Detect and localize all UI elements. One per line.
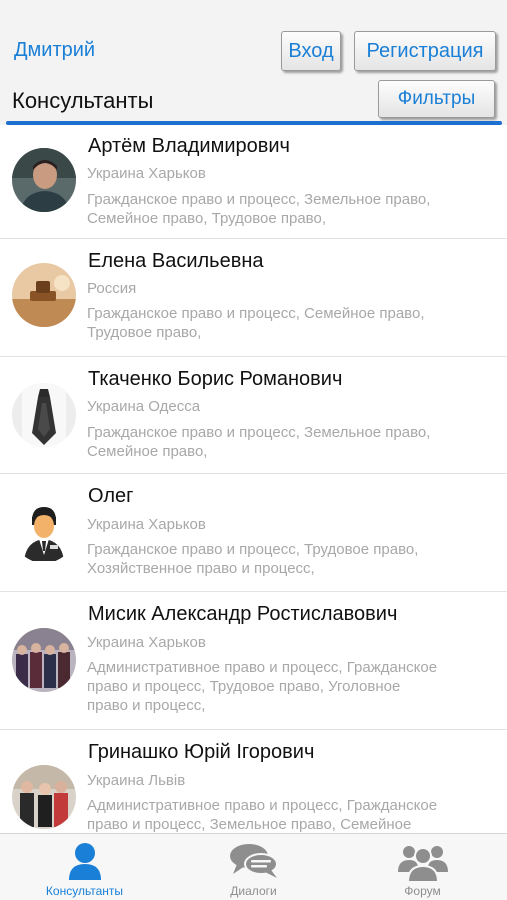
login-button[interactable]: Вход	[281, 31, 341, 71]
register-button[interactable]: Регистрация	[354, 31, 496, 71]
avatar	[12, 628, 76, 692]
list-item[interactable]: Елена Васильевна Россия Гражданское прав…	[0, 239, 507, 357]
person-icon	[67, 842, 103, 885]
tab-label: Форум	[404, 884, 441, 898]
consultant-location: Украина Харьков	[87, 516, 206, 533]
list-item[interactable]: Мисик Александр Ростиславович Украина Ха…	[0, 592, 507, 730]
list-item[interactable]: Артём Владимирович Украина Харьков Гражд…	[0, 125, 507, 239]
consultant-name: Олег	[88, 485, 134, 507]
top-bar: Дмитрий Вход Регистрация Консультанты Фи…	[0, 0, 507, 125]
tab-forum[interactable]: Форум	[338, 834, 507, 900]
filters-button[interactable]: Фильтры	[378, 80, 495, 118]
consultant-name: Ткаченко Борис Романович	[88, 368, 343, 390]
avatar	[12, 263, 76, 327]
tab-bar: Консультанты Диалоги Форум	[0, 833, 507, 900]
consultant-location: Украина Харьков	[87, 165, 206, 182]
spec-line: право и процесс, Трудовое право, Уголовн…	[87, 678, 401, 695]
spec-line: Гражданское право и процесс, Трудовое пр…	[87, 541, 419, 558]
spec-line: право и процесс, Земельное право, Семейн…	[87, 816, 412, 833]
consultant-specializations: Гражданское право и процесс, Трудовое пр…	[87, 540, 497, 578]
spec-line: Гражданское право и процесс, Земельное п…	[87, 191, 431, 208]
list-item[interactable]: Гринашко Юрій Ігорович Украина Львів Адм…	[0, 730, 507, 833]
consultant-location: Украина Львів	[87, 772, 186, 789]
chat-bubbles-icon	[229, 842, 279, 885]
spec-line: Трудовое право,	[87, 324, 202, 341]
tab-dialogs[interactable]: Диалоги	[169, 834, 338, 900]
consultant-location: Украина Харьков	[87, 634, 206, 651]
avatar	[12, 765, 76, 829]
tab-label: Консультанты	[45, 884, 124, 898]
group-icon	[397, 842, 448, 887]
avatar	[12, 148, 76, 212]
consultant-list[interactable]: Артём Владимирович Украина Харьков Гражд…	[0, 125, 507, 833]
list-item[interactable]: Ткаченко Борис Романович Украина Одесса …	[0, 357, 507, 474]
spec-line: Административное право и процесс, Гражда…	[87, 797, 438, 814]
avatar	[12, 499, 76, 563]
consultant-name: Артём Владимирович	[88, 135, 290, 157]
spec-line: Семейное право,	[87, 443, 208, 460]
spec-line: Административное право и процесс, Гражда…	[87, 659, 438, 676]
consultant-specializations: Гражданское право и процесс, Земельное п…	[87, 423, 497, 461]
consultant-name: Мисик Александр Ростиславович	[88, 603, 398, 625]
user-name-link[interactable]: Дмитрий	[14, 39, 95, 62]
spec-line: Гражданское право и процесс, Земельное п…	[87, 424, 431, 441]
consultant-location: Украина Одесса	[87, 398, 201, 415]
consultant-name: Гринашко Юрій Ігорович	[88, 741, 315, 763]
list-item[interactable]: Олег Украина Харьков Гражданское право и…	[0, 474, 507, 592]
consultant-specializations: Гражданское право и процесс, Земельное п…	[87, 190, 497, 228]
spec-line: Семейное право, Трудовое право,	[87, 210, 326, 227]
consultant-specializations: Административное право и процесс, Гражда…	[87, 658, 497, 715]
page-title: Консультанты	[12, 88, 154, 113]
consultant-name: Елена Васильевна	[88, 250, 264, 272]
tab-consultants[interactable]: Консультанты	[0, 834, 169, 900]
consultant-specializations: Гражданское право и процесс, Семейное пр…	[87, 304, 497, 342]
spec-line: право и процесс,	[87, 697, 206, 714]
consultant-specializations: Административное право и процесс, Гражда…	[87, 796, 497, 833]
consultant-location: Россия	[87, 280, 137, 297]
spec-line: Гражданское право и процесс, Семейное пр…	[87, 305, 425, 322]
spec-line: Хозяйственное право и процесс,	[87, 560, 315, 577]
avatar	[12, 383, 76, 447]
tab-label: Диалоги	[230, 884, 277, 898]
